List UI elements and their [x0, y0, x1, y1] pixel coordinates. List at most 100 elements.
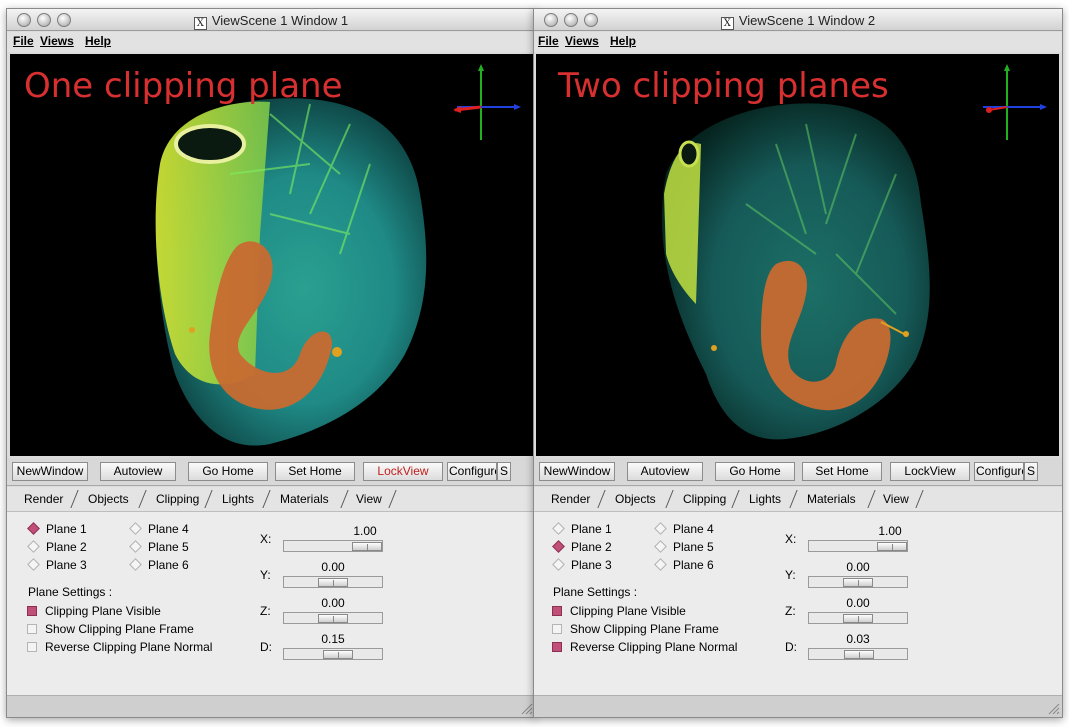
tab-bar: Render Objects Clipping Lights Materials… [7, 487, 535, 511]
configure-button[interactable]: Configure [447, 462, 497, 481]
go-home-button[interactable]: Go Home [188, 462, 268, 481]
radio-icon [129, 558, 142, 571]
slider-thumb[interactable] [352, 542, 382, 551]
y-slider[interactable] [808, 576, 908, 588]
y-slider[interactable] [283, 576, 383, 588]
resize-grip-icon[interactable] [1048, 703, 1060, 715]
tab-view[interactable]: View [356, 492, 382, 506]
tab-clipping[interactable]: Clipping [683, 492, 726, 506]
tab-materials[interactable]: Materials [807, 492, 856, 506]
configure-button[interactable]: Configure [974, 462, 1024, 481]
show-clipping-plane-frame-checkbox[interactable]: Show Clipping Plane Frame [27, 622, 194, 636]
radio-icon [27, 558, 40, 571]
reverse-clipping-plane-normal-checkbox[interactable]: Reverse Clipping Plane Normal [27, 640, 212, 654]
resize-grip-icon[interactable] [521, 703, 533, 715]
z-slider-value: 0.00 [846, 596, 870, 610]
plane-1-radio[interactable]: Plane 1 [552, 522, 612, 536]
s-button[interactable]: S [497, 462, 511, 481]
title-bar[interactable]: X ViewScene 1 Window 1 [7, 9, 535, 31]
orientation-axes-icon [983, 64, 1047, 140]
viewscene-window-1: X ViewScene 1 Window 1 File Views Help O… [6, 8, 536, 718]
menu-views[interactable]: Views [565, 34, 599, 48]
x-slider[interactable] [283, 540, 383, 552]
menu-bar: File Views Help [7, 32, 535, 52]
plane-2-radio[interactable]: Plane 2 [552, 540, 612, 554]
plane-2-radio[interactable]: Plane 2 [27, 540, 87, 554]
plane-5-radio[interactable]: Plane 5 [654, 540, 714, 554]
x11-icon: X [720, 17, 734, 30]
new-window-button[interactable]: NewWindow [12, 462, 88, 481]
slider-thumb[interactable] [843, 578, 873, 587]
clipping-plane-visible-checkbox[interactable]: Clipping Plane Visible [27, 604, 161, 618]
menu-help[interactable]: Help [610, 34, 636, 48]
radio-selected-icon [552, 540, 565, 553]
lock-view-button[interactable]: LockView [363, 462, 443, 481]
y-slider-value: 0.00 [321, 560, 345, 574]
tab-lights[interactable]: Lights [749, 492, 781, 506]
d-slider-value: 0.03 [846, 632, 870, 646]
x-slider-value: 1.00 [878, 524, 902, 538]
tab-lights[interactable]: Lights [222, 492, 254, 506]
set-home-button[interactable]: Set Home [275, 462, 355, 481]
title-bar[interactable]: X ViewScene 1 Window 2 [534, 9, 1062, 31]
checkbox-checked-icon [27, 606, 37, 616]
go-home-button[interactable]: Go Home [715, 462, 795, 481]
z-slider[interactable] [283, 612, 383, 624]
tab-materials[interactable]: Materials [280, 492, 329, 506]
slider-thumb[interactable] [843, 614, 873, 623]
plane-4-radio[interactable]: Plane 4 [654, 522, 714, 536]
autoview-button[interactable]: Autoview [100, 462, 176, 481]
plane-4-radio[interactable]: Plane 4 [129, 522, 189, 536]
plane-5-radio[interactable]: Plane 5 [129, 540, 189, 554]
button-toolbar: NewWindow Autoview Go Home Set Home Lock… [534, 458, 1062, 486]
plane-settings-label: Plane Settings : [553, 585, 638, 599]
radio-icon [654, 558, 667, 571]
radio-icon [27, 540, 40, 553]
lock-view-button[interactable]: LockView [890, 462, 970, 481]
plane-3-radio[interactable]: Plane 3 [552, 558, 612, 572]
d-slider-label: D: [260, 640, 272, 654]
y-slider-label: Y: [785, 568, 796, 582]
set-home-button[interactable]: Set Home [802, 462, 882, 481]
viewscene-window-2: X ViewScene 1 Window 2 File Views Help T… [533, 8, 1063, 718]
plane-1-radio[interactable]: Plane 1 [27, 522, 87, 536]
tab-objects[interactable]: Objects [88, 492, 129, 506]
new-window-button[interactable]: NewWindow [539, 462, 615, 481]
menu-views[interactable]: Views [40, 34, 74, 48]
s-button[interactable]: S [1024, 462, 1038, 481]
slider-thumb[interactable] [318, 578, 348, 587]
button-toolbar: NewWindow Autoview Go Home Set Home Lock… [7, 458, 535, 486]
d-slider[interactable] [283, 648, 383, 660]
tab-bar: Render Objects Clipping Lights Materials… [534, 487, 1062, 511]
autoview-button[interactable]: Autoview [627, 462, 703, 481]
reverse-clipping-plane-normal-checkbox[interactable]: Reverse Clipping Plane Normal [552, 640, 737, 654]
tab-objects[interactable]: Objects [615, 492, 656, 506]
menu-help[interactable]: Help [85, 34, 111, 48]
show-clipping-plane-frame-checkbox[interactable]: Show Clipping Plane Frame [552, 622, 719, 636]
plane-6-radio[interactable]: Plane 6 [654, 558, 714, 572]
checkbox-icon [27, 642, 37, 652]
render-viewport[interactable]: One clipping plane [10, 54, 533, 456]
slider-thumb[interactable] [844, 650, 874, 659]
z-slider[interactable] [808, 612, 908, 624]
x-slider[interactable] [808, 540, 908, 552]
tab-view[interactable]: View [883, 492, 909, 506]
slider-thumb[interactable] [877, 542, 907, 551]
slider-thumb[interactable] [323, 650, 353, 659]
tab-render[interactable]: Render [24, 492, 63, 506]
menu-file[interactable]: File [13, 34, 34, 48]
radio-icon [552, 558, 565, 571]
tab-clipping[interactable]: Clipping [156, 492, 199, 506]
menu-file[interactable]: File [538, 34, 559, 48]
x11-icon: X [193, 17, 207, 30]
slider-thumb[interactable] [318, 614, 348, 623]
radio-selected-icon [27, 522, 40, 535]
viewport-label: Two clipping planes [558, 66, 889, 106]
plane-3-radio[interactable]: Plane 3 [27, 558, 87, 572]
clipping-panel: Plane 1 Plane 2 Plane 3 Plane 4 Plane 5 … [534, 511, 1062, 695]
d-slider[interactable] [808, 648, 908, 660]
tab-render[interactable]: Render [551, 492, 590, 506]
plane-6-radio[interactable]: Plane 6 [129, 558, 189, 572]
clipping-plane-visible-checkbox[interactable]: Clipping Plane Visible [552, 604, 686, 618]
render-viewport[interactable]: Two clipping planes [536, 54, 1059, 456]
